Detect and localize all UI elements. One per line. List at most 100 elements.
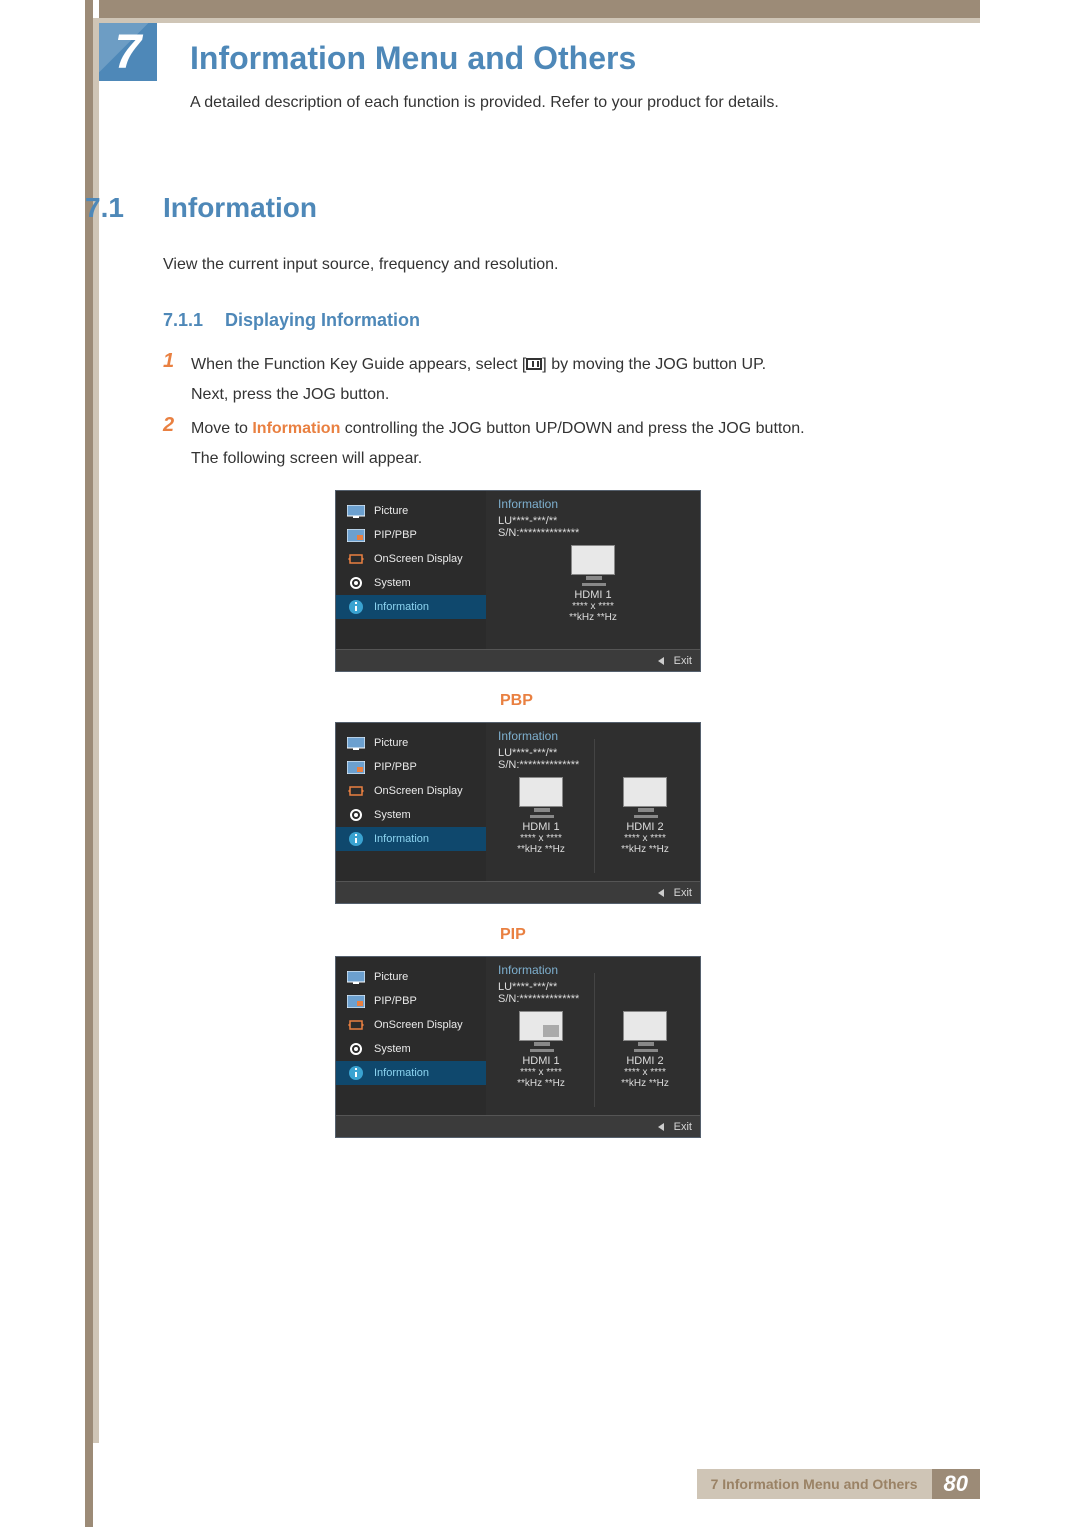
osd-info-sn: S/N:************** — [498, 993, 688, 1005]
osd-info-title: Information — [498, 963, 688, 977]
source-res: **** x **** — [498, 1067, 584, 1078]
osd-label-pip: PIP — [500, 926, 526, 944]
osd-menu-pippbp[interactable]: PIP/PBP — [336, 523, 486, 547]
osd-menu-onscreen[interactable]: OnScreen Display — [336, 779, 486, 803]
osd-menu-label: System — [374, 577, 411, 589]
osd-source-1: HDMI 1 **** x **** **kHz **Hz — [498, 1011, 584, 1089]
monitor-icon — [346, 970, 366, 984]
monitor-icon — [346, 736, 366, 750]
step-1: 1 When the Function Key Guide appears, s… — [163, 350, 923, 410]
osd-menu-system[interactable]: System — [336, 571, 486, 595]
source-name: HDMI 2 — [602, 821, 688, 833]
monitor-glyph — [623, 777, 667, 807]
osd-source-1: HDMI 1 **** x **** **kHz **Hz — [550, 545, 636, 623]
osd-menu-label: PIP/PBP — [374, 529, 417, 541]
osd-menu-system[interactable]: System — [336, 803, 486, 827]
osd-info-sn: S/N:************** — [498, 527, 688, 539]
osd-menu-label: System — [374, 809, 411, 821]
osd-source-1: HDMI 1 **** x **** **kHz **Hz — [498, 777, 584, 855]
subsection-number: 7.1.1 — [163, 310, 203, 331]
osd-info-panel: Information LU****-***/** S/N:**********… — [486, 491, 700, 649]
menu-icon — [526, 358, 542, 370]
osd-screenshot-pip: PIP Picture PIP/PBP OnScreen Display Sys… — [335, 956, 701, 1138]
source-name: HDMI 1 — [498, 821, 584, 833]
pip-icon — [346, 994, 366, 1008]
chapter-number: 7 — [115, 25, 142, 80]
osd-menu-pippbp[interactable]: PIP/PBP — [336, 989, 486, 1013]
osd-menu-label: PIP/PBP — [374, 761, 417, 773]
osd-info-model: LU****-***/** — [498, 747, 688, 759]
osd-menu-label: Picture — [374, 737, 408, 749]
gear-icon — [346, 576, 366, 590]
source-freq: **kHz **Hz — [602, 844, 688, 855]
osd-exit[interactable]: Exit — [674, 887, 692, 899]
arrows-icon — [346, 1018, 366, 1032]
left-arrow-icon[interactable] — [658, 889, 664, 897]
step-text: The following screen will appear. — [191, 450, 422, 467]
osd-info-model: LU****-***/** — [498, 981, 688, 993]
source-freq: **kHz **Hz — [550, 612, 636, 623]
osd-screenshot-single: Picture PIP/PBP OnScreen Display System … — [335, 490, 701, 672]
osd-menu-picture[interactable]: Picture — [336, 499, 486, 523]
osd-menu-pippbp[interactable]: PIP/PBP — [336, 755, 486, 779]
step-number: 2 — [163, 414, 174, 437]
osd-menu-onscreen[interactable]: OnScreen Display — [336, 1013, 486, 1037]
step-text: Next, press the JOG button. — [191, 386, 389, 403]
osd-menu-information[interactable]: Information — [336, 595, 486, 619]
osd-menu-label: OnScreen Display — [374, 553, 463, 565]
osd-menu-label: Picture — [374, 505, 408, 517]
highlight-text: Information — [252, 420, 340, 437]
source-name: HDMI 2 — [602, 1055, 688, 1067]
monitor-glyph — [623, 1011, 667, 1041]
osd-menu-label: System — [374, 1043, 411, 1055]
osd-menu-information[interactable]: Information — [336, 827, 486, 851]
osd-menu-information[interactable]: Information — [336, 1061, 486, 1085]
monitor-glyph — [519, 1011, 563, 1041]
subsection-title: Displaying Information — [225, 310, 420, 331]
step-text: controlling the JOG button UP/DOWN and p… — [340, 420, 804, 437]
osd-screenshot-pbp: PBP Picture PIP/PBP OnScreen Display Sys… — [335, 722, 701, 904]
step-number: 1 — [163, 350, 174, 373]
source-res: **** x **** — [498, 833, 584, 844]
source-res: **** x **** — [602, 1067, 688, 1078]
osd-exit[interactable]: Exit — [674, 655, 692, 667]
monitor-glyph — [571, 545, 615, 575]
osd-exit[interactable]: Exit — [674, 1121, 692, 1133]
section-description: View the current input source, frequency… — [163, 256, 559, 274]
osd-info-panel: Information LU****-***/** S/N:**********… — [486, 723, 700, 881]
page-title: Information Menu and Others — [190, 40, 636, 77]
pip-icon — [346, 528, 366, 542]
osd-footer: Exit — [336, 881, 700, 903]
osd-menu-label: OnScreen Display — [374, 1019, 463, 1031]
osd-menu-picture[interactable]: Picture — [336, 965, 486, 989]
info-icon — [346, 600, 366, 614]
footer-page-number: 80 — [932, 1469, 980, 1499]
osd-menu-label: Information — [374, 601, 429, 613]
osd-menu-label: PIP/PBP — [374, 995, 417, 1007]
arrows-icon — [346, 784, 366, 798]
osd-menu-label: Information — [374, 1067, 429, 1079]
info-icon — [346, 1066, 366, 1080]
left-arrow-icon[interactable] — [658, 657, 664, 665]
osd-info-sn: S/N:************** — [498, 759, 688, 771]
chapter-number-box: 7 — [99, 23, 157, 81]
divider — [594, 739, 595, 873]
left-margin-bar-inner — [93, 18, 99, 1443]
source-res: **** x **** — [602, 833, 688, 844]
osd-menu-picture[interactable]: Picture — [336, 731, 486, 755]
source-name: HDMI 1 — [550, 589, 636, 601]
source-freq: **kHz **Hz — [602, 1078, 688, 1089]
left-arrow-icon[interactable] — [658, 1123, 664, 1131]
step-text: ] by moving the JOG button UP. — [542, 356, 766, 373]
osd-menu-label: Picture — [374, 971, 408, 983]
osd-menu-onscreen[interactable]: OnScreen Display — [336, 547, 486, 571]
osd-menu-system[interactable]: System — [336, 1037, 486, 1061]
osd-footer: Exit — [336, 1115, 700, 1137]
osd-source-2: HDMI 2 **** x **** **kHz **Hz — [602, 1011, 688, 1089]
step-2: 2 Move to Information controlling the JO… — [163, 414, 923, 474]
source-freq: **kHz **Hz — [498, 1078, 584, 1089]
arrows-icon — [346, 552, 366, 566]
osd-menu-label: OnScreen Display — [374, 785, 463, 797]
osd-info-title: Information — [498, 729, 688, 743]
divider — [594, 973, 595, 1107]
